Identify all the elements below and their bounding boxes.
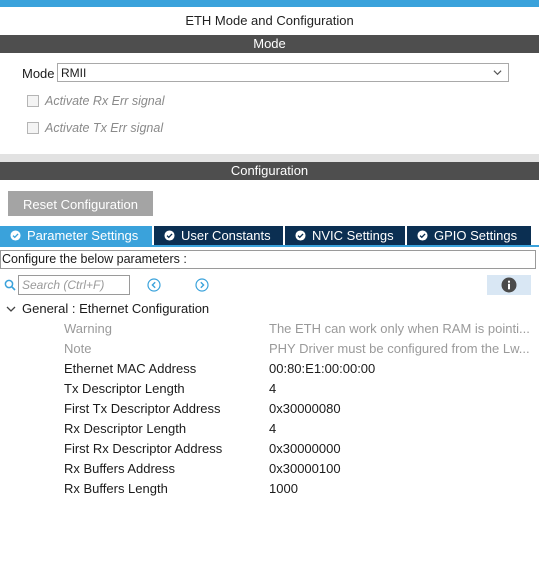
param-row-warning[interactable]: Warning The ETH can work only when RAM i… — [0, 319, 539, 339]
param-row-rx-buffers-address[interactable]: Rx Buffers Address 0x30000100 — [0, 459, 539, 479]
param-value: 1000 — [269, 481, 298, 496]
group-label: General : Ethernet Configuration — [22, 301, 210, 316]
checkbox-box[interactable] — [27, 95, 39, 107]
activate-tx-err-checkbox[interactable]: Activate Tx Err signal — [27, 120, 163, 136]
param-name: Ethernet MAC Address — [64, 361, 197, 376]
tab-label: User Constants — [181, 228, 271, 243]
param-value: 4 — [269, 421, 277, 436]
configuration-section-header: Configuration — [0, 162, 539, 180]
param-name: Rx Buffers Address — [64, 461, 176, 476]
param-row-first-tx-descriptor-address[interactable]: First Tx Descriptor Address 0x30000080 — [0, 399, 539, 419]
param-value: 00:80:E1:00:00:00 — [269, 361, 376, 376]
param-name: Rx Buffers Length — [64, 481, 168, 496]
param-value: 0x30000000 — [269, 441, 341, 456]
tab-label: GPIO Settings — [434, 228, 518, 243]
search-input[interactable] — [18, 275, 130, 295]
tab-parameter-settings[interactable]: Parameter Settings — [0, 226, 152, 245]
param-name: Rx Descriptor Length — [64, 421, 187, 436]
top-accent-bar — [0, 0, 539, 7]
param-name: Warning — [64, 321, 112, 336]
param-name: Tx Descriptor Length — [64, 381, 185, 396]
group-general-ethernet[interactable]: General : Ethernet Configuration — [6, 301, 209, 316]
chevron-down-icon — [493, 70, 502, 76]
param-value: PHY Driver must be configured from the L… — [269, 341, 530, 356]
tab-label: NVIC Settings — [312, 228, 394, 243]
mode-select[interactable]: RMII — [57, 63, 509, 82]
settings-tabs: Parameter Settings User Constants NVIC S… — [0, 226, 539, 245]
previous-icon[interactable] — [147, 278, 161, 292]
check-circle-icon — [164, 230, 175, 241]
param-value: 0x30000080 — [269, 401, 341, 416]
tab-gpio-settings[interactable]: GPIO Settings — [407, 226, 531, 245]
info-button[interactable] — [487, 275, 531, 295]
param-row-rx-descriptor-length[interactable]: Rx Descriptor Length 4 — [0, 419, 539, 439]
mode-select-value: RMII — [61, 66, 87, 80]
section-divider — [0, 154, 539, 162]
reset-configuration-button[interactable]: Reset Configuration — [8, 191, 153, 216]
activate-rx-err-checkbox[interactable]: Activate Rx Err signal — [27, 93, 164, 109]
param-row-rx-buffers-length[interactable]: Rx Buffers Length 1000 — [0, 479, 539, 499]
tab-user-constants[interactable]: User Constants — [154, 226, 283, 245]
check-circle-icon — [295, 230, 306, 241]
checkbox-label: Activate Rx Err signal — [45, 94, 165, 108]
param-name: First Tx Descriptor Address — [64, 401, 221, 416]
param-name: First Rx Descriptor Address — [64, 441, 223, 456]
checkbox-label: Activate Tx Err signal — [45, 121, 164, 135]
mode-label: Mode — [22, 66, 55, 81]
param-row-tx-descriptor-length[interactable]: Tx Descriptor Length 4 — [0, 379, 539, 399]
check-circle-icon — [10, 230, 21, 241]
configure-instructions: Configure the below parameters : — [0, 250, 536, 269]
next-icon[interactable] — [195, 278, 209, 292]
param-row-note[interactable]: Note PHY Driver must be configured from … — [0, 339, 539, 359]
checkbox-box[interactable] — [27, 122, 39, 134]
chevron-down-icon — [6, 306, 16, 312]
check-circle-icon — [417, 230, 428, 241]
mode-section-header: Mode — [0, 35, 539, 53]
search-icon — [4, 279, 16, 291]
tab-nvic-settings[interactable]: NVIC Settings — [285, 226, 405, 245]
tab-label: Parameter Settings — [27, 228, 139, 243]
param-value: 0x30000100 — [269, 461, 341, 476]
window-title: ETH Mode and Configuration — [185, 13, 354, 28]
param-row-first-rx-descriptor-address[interactable]: First Rx Descriptor Address 0x30000000 — [0, 439, 539, 459]
tab-underline — [0, 245, 539, 247]
param-row-mac-address[interactable]: Ethernet MAC Address 00:80:E1:00:00:00 — [0, 359, 539, 379]
param-name: Note — [64, 341, 92, 356]
param-value: The ETH can work only when RAM is pointi… — [269, 321, 530, 336]
param-value: 4 — [269, 381, 277, 396]
info-icon — [501, 277, 517, 293]
